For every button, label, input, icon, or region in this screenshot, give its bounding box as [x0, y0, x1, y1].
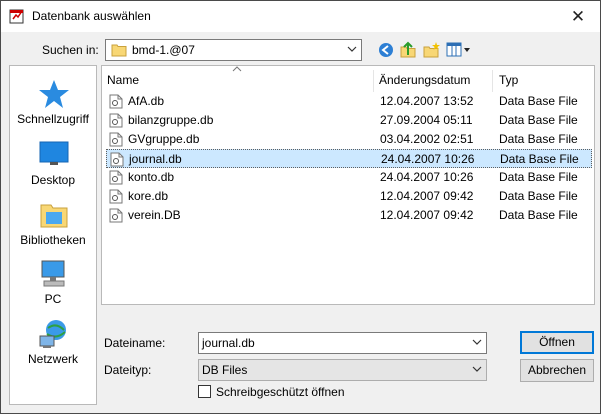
file-row[interactable]: bilanzgruppe.db 27.09.2004 05:11 Data Base… [106, 111, 592, 130]
lookin-value: bmd-1.@07 [132, 43, 195, 57]
place-label: Schnellzugriff [17, 112, 89, 126]
place-libraries[interactable]: Bibliotheken [10, 199, 96, 259]
file-type: Data Base File [499, 189, 578, 203]
database-file-icon [109, 208, 123, 223]
file-row[interactable]: AfA.db 12.04.2007 13:52 Data Base File [106, 92, 592, 111]
file-name: GVgruppe.db [128, 132, 200, 146]
file-date: 24.04.2007 10:26 [381, 152, 475, 166]
star-icon [39, 80, 69, 108]
chevron-down-icon [347, 46, 357, 52]
chevron-down-icon[interactable] [472, 336, 482, 348]
file-type: Data Base File [500, 152, 579, 166]
new-folder-icon[interactable] [422, 41, 440, 59]
database-file-icon [109, 113, 123, 128]
filename-label: Dateiname: [104, 336, 166, 350]
app-icon [9, 9, 24, 24]
readonly-checkbox[interactable] [198, 385, 211, 398]
file-date: 27.09.2004 05:11 [380, 113, 473, 127]
file-type: Data Base File [499, 94, 578, 108]
libraries-icon [40, 204, 68, 228]
file-row[interactable]: konto.db 24.04.2007 10:26 Data Base File [106, 168, 592, 187]
desktop-icon [39, 141, 69, 165]
file-name: bilanzgruppe.db [128, 113, 214, 127]
file-name: verein.DB [128, 208, 181, 222]
file-row[interactable]: verein.DB 12.04.2007 09:42 Data Base File [106, 206, 592, 225]
database-file-icon [109, 170, 123, 185]
file-date: 03.04.2002 02:51 [380, 132, 474, 146]
cancel-button[interactable]: Abbrechen [520, 359, 594, 382]
file-type: Data Base File [499, 208, 578, 222]
column-header-type[interactable]: Typ [499, 73, 518, 87]
open-button[interactable]: Öffnen [520, 331, 594, 354]
file-type: Data Base File [499, 132, 578, 146]
file-list[interactable]: Name Änderungsdatum Typ AfA.db 12.04.2007… [101, 65, 595, 305]
file-open-dialog: Datenbank auswählen ✕ Suchen in: bmd-1.@… [0, 0, 601, 414]
file-date: 12.04.2007 09:42 [380, 208, 474, 222]
up-folder-icon[interactable] [399, 41, 417, 59]
back-icon[interactable] [377, 41, 395, 59]
file-name: kore.db [128, 189, 169, 203]
window-title: Datenbank auswählen [32, 9, 151, 23]
file-date: 12.04.2007 09:42 [380, 189, 474, 203]
lookin-label: Suchen in: [42, 43, 99, 57]
column-divider[interactable] [373, 70, 374, 92]
database-file-icon [110, 152, 124, 167]
database-file-icon [109, 189, 123, 204]
column-divider[interactable] [492, 70, 493, 92]
database-file-icon [109, 94, 123, 109]
file-date: 12.04.2007 13:52 [380, 94, 474, 108]
folder-icon [111, 44, 127, 57]
filetype-label: Dateityp: [104, 363, 152, 377]
lookin-combo[interactable]: bmd-1.@07 [105, 39, 362, 61]
title-bar[interactable]: Datenbank auswählen ✕ [1, 1, 600, 32]
file-type: Data Base File [499, 113, 578, 127]
place-label: PC [44, 292, 62, 306]
place-label: Netzwerk [27, 352, 78, 366]
column-header-name[interactable]: Name [107, 73, 139, 87]
place-label: Desktop [30, 173, 76, 187]
database-file-icon [109, 132, 123, 147]
file-row[interactable]: journal.db 24.04.2007 10:26 Data Base File [106, 149, 592, 168]
filetype-select[interactable]: DB Files [198, 359, 487, 381]
sort-ascending-icon [232, 66, 242, 72]
chevron-down-icon [472, 366, 482, 372]
file-name: AfA.db [128, 94, 165, 108]
network-icon [39, 320, 66, 348]
place-network[interactable]: Netzwerk [10, 318, 96, 378]
place-pc[interactable]: PC [10, 258, 96, 318]
file-type: Data Base File [499, 170, 578, 184]
filename-input[interactable]: journal.db [198, 332, 487, 354]
places-bar: Schnellzugriff Desktop Bibliotheken PC N… [9, 65, 97, 405]
filename-value: journal.db [202, 336, 255, 350]
file-date: 24.04.2007 10:26 [380, 170, 474, 184]
filetype-value: DB Files [202, 363, 248, 377]
place-label: Bibliotheken [20, 233, 86, 247]
column-header-date[interactable]: Änderungsdatum [379, 73, 470, 87]
place-desktop[interactable]: Desktop [10, 139, 96, 199]
file-row[interactable]: kore.db 12.04.2007 09:42 Data Base File [106, 187, 592, 206]
view-menu-icon[interactable] [446, 41, 472, 59]
readonly-label[interactable]: Schreibgeschützt öffnen [216, 385, 345, 399]
close-icon: ✕ [570, 7, 586, 26]
computer-icon [41, 260, 65, 287]
file-name: journal.db [129, 152, 182, 166]
file-row[interactable]: GVgruppe.db 03.04.2002 02:51 Data Base Fil… [106, 130, 592, 149]
file-name: konto.db [128, 170, 175, 184]
close-button[interactable]: ✕ [568, 7, 588, 27]
place-quick-access[interactable]: Schnellzugriff [10, 78, 96, 138]
